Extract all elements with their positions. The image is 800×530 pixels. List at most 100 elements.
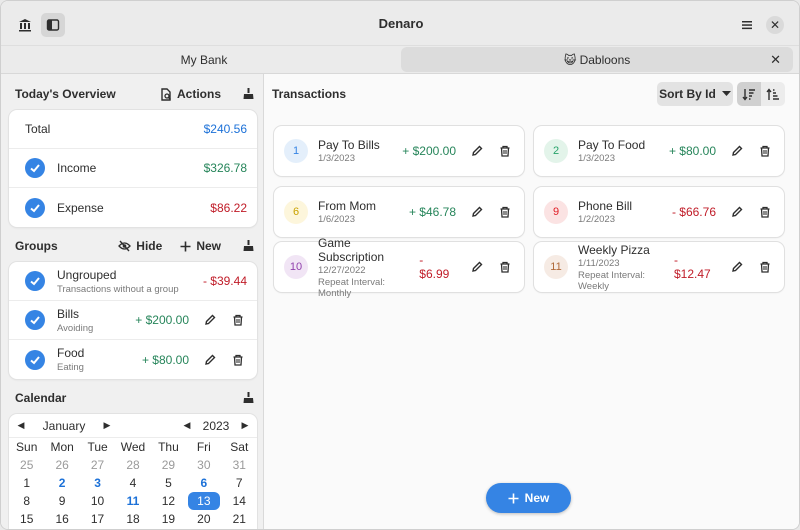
calendar-day[interactable]: 9 bbox=[44, 492, 79, 510]
calendar-day[interactable]: 6 bbox=[186, 474, 221, 492]
calendar-day[interactable]: 3 bbox=[80, 474, 115, 492]
calendar-day-selected[interactable]: 13 bbox=[188, 492, 220, 510]
delete-trash-icon[interactable] bbox=[229, 351, 247, 369]
calendar-day[interactable]: 28 bbox=[115, 456, 150, 474]
new-transaction-button[interactable]: New bbox=[486, 483, 571, 513]
menu-icon[interactable] bbox=[735, 13, 759, 37]
plus-icon bbox=[508, 493, 519, 503]
group-checkbox[interactable] bbox=[25, 349, 45, 370]
new-group-button[interactable]: New bbox=[180, 239, 221, 253]
calendar-grid: Sun Mon Tue Wed Thu Fri Sat 25 26 27 28 … bbox=[9, 438, 257, 528]
group-description: Eating bbox=[57, 362, 84, 373]
total-label: Total bbox=[25, 122, 51, 136]
checkmark-icon bbox=[30, 355, 40, 364]
next-year-icon[interactable]: ▶ bbox=[233, 420, 257, 431]
delete-trash-icon[interactable] bbox=[496, 203, 514, 221]
overview-title: Today's Overview bbox=[15, 87, 116, 101]
calendar-day[interactable]: 29 bbox=[151, 456, 186, 474]
edit-pencil-icon[interactable] bbox=[728, 203, 746, 221]
checkmark-icon bbox=[30, 277, 40, 286]
transaction-name: Game Subscription bbox=[318, 235, 385, 264]
calendar-day[interactable]: 30 bbox=[186, 456, 221, 474]
transaction-id-badge: 2 bbox=[544, 139, 568, 163]
transaction-card[interactable]: 11 Weekly Pizza 1/11/2023 Repeat Interval: … bbox=[534, 242, 784, 292]
calendar-day[interactable]: 27 bbox=[80, 456, 115, 474]
calendar-day[interactable]: 1 bbox=[9, 474, 44, 492]
broom-icon[interactable] bbox=[239, 389, 257, 407]
calendar-day[interactable]: 19 bbox=[151, 510, 186, 528]
income-checkbox[interactable] bbox=[25, 158, 45, 178]
hide-groups-button[interactable]: Hide bbox=[118, 239, 162, 253]
overview-header: Today's Overview Actions bbox=[15, 84, 257, 104]
new-transaction-label: New bbox=[524, 491, 550, 505]
calendar-month: January bbox=[42, 418, 86, 433]
transaction-card[interactable]: 9 Phone Bill 1/2/2023 - $66.76 bbox=[534, 187, 784, 237]
calendar-day[interactable]: 14 bbox=[222, 492, 257, 510]
broom-icon[interactable] bbox=[239, 85, 257, 103]
weekday-label: Sat bbox=[230, 440, 249, 454]
sort-descending-icon[interactable] bbox=[737, 82, 761, 106]
broom-icon[interactable] bbox=[239, 237, 257, 255]
sort-order-toggle bbox=[737, 82, 785, 106]
next-month-icon[interactable]: ▶ bbox=[95, 420, 119, 431]
calendar-day[interactable]: 5 bbox=[151, 474, 186, 492]
transaction-card[interactable]: 10 Game Subscription 12/27/2022 Repeat Inte… bbox=[274, 236, 524, 299]
group-name: Ungrouped bbox=[57, 267, 117, 282]
tab-bar: My Bank 😺 Dabloons ✕ bbox=[1, 46, 799, 74]
calendar-day[interactable]: 12 bbox=[151, 492, 186, 510]
calendar-day[interactable]: 2 bbox=[44, 474, 79, 492]
calendar-title: Calendar bbox=[15, 391, 67, 405]
delete-trash-icon[interactable] bbox=[756, 142, 774, 160]
prev-year-icon[interactable]: ◀ bbox=[175, 420, 199, 431]
delete-trash-icon[interactable] bbox=[496, 142, 514, 160]
edit-pencil-icon[interactable] bbox=[201, 351, 219, 369]
calendar-day[interactable]: 10 bbox=[80, 492, 115, 510]
delete-trash-icon[interactable] bbox=[756, 258, 774, 276]
calendar-day[interactable]: 21 bbox=[222, 510, 257, 528]
calendar-day[interactable]: 26 bbox=[44, 456, 79, 474]
tab-dabloons[interactable]: 😺 Dabloons ✕ bbox=[401, 47, 793, 72]
prev-month-icon[interactable]: ◀ bbox=[9, 420, 33, 431]
calendar-day[interactable]: 20 bbox=[186, 510, 221, 528]
transaction-card[interactable]: 2 Pay To Food 1/3/2023 + $80.00 bbox=[534, 126, 784, 176]
calendar-day[interactable]: 18 bbox=[115, 510, 150, 528]
group-checkbox[interactable] bbox=[25, 271, 45, 291]
group-row: Bills Avoiding + $200.00 bbox=[9, 301, 257, 340]
calendar-day[interactable]: 31 bbox=[222, 456, 257, 474]
edit-pencil-icon[interactable] bbox=[201, 311, 219, 329]
transaction-amount: + $46.78 bbox=[408, 205, 456, 219]
overview-card: Total $240.56 Income $326.78 Expense $86… bbox=[9, 110, 257, 227]
transaction-id-badge: 10 bbox=[284, 255, 308, 279]
edit-pencil-icon[interactable] bbox=[468, 258, 486, 276]
tab-close-icon[interactable]: ✕ bbox=[770, 52, 781, 68]
tab-my-bank[interactable]: My Bank bbox=[7, 46, 401, 73]
sort-dropdown[interactable]: Sort By Id bbox=[657, 82, 733, 106]
transaction-card[interactable]: 1 Pay To Bills 1/3/2023 + $200.00 bbox=[274, 126, 524, 176]
transaction-id-badge: 6 bbox=[284, 200, 308, 224]
calendar-day[interactable]: 8 bbox=[9, 492, 44, 510]
edit-pencil-icon[interactable] bbox=[468, 203, 486, 221]
edit-pencil-icon[interactable] bbox=[728, 142, 746, 160]
calendar-day[interactable]: 15 bbox=[9, 510, 44, 528]
transaction-amount: - $6.99 bbox=[419, 253, 450, 281]
edit-pencil-icon[interactable] bbox=[468, 142, 486, 160]
transaction-card[interactable]: 6 From Mom 1/6/2023 + $46.78 bbox=[274, 187, 524, 237]
calendar-day[interactable]: 4 bbox=[115, 474, 150, 492]
expense-checkbox[interactable] bbox=[25, 197, 45, 218]
calendar-day[interactable]: 16 bbox=[44, 510, 79, 528]
delete-trash-icon[interactable] bbox=[229, 311, 247, 329]
calendar-day[interactable]: 17 bbox=[80, 510, 115, 528]
calendar-day[interactable]: 11 bbox=[115, 492, 150, 510]
window-close-icon[interactable]: ✕ bbox=[766, 16, 784, 34]
delete-trash-icon[interactable] bbox=[756, 203, 774, 221]
calendar-day[interactable]: 25 bbox=[9, 456, 44, 474]
sort-ascending-icon[interactable] bbox=[761, 82, 785, 106]
edit-pencil-icon[interactable] bbox=[728, 258, 746, 276]
group-checkbox[interactable] bbox=[25, 310, 45, 330]
transactions-title: Transactions bbox=[272, 87, 347, 101]
delete-trash-icon[interactable] bbox=[496, 258, 514, 276]
weekday-label: Fri bbox=[196, 440, 211, 454]
actions-button[interactable]: Actions bbox=[160, 87, 221, 101]
calendar-day[interactable]: 7 bbox=[222, 474, 257, 492]
calendar-header: Calendar bbox=[15, 388, 257, 408]
